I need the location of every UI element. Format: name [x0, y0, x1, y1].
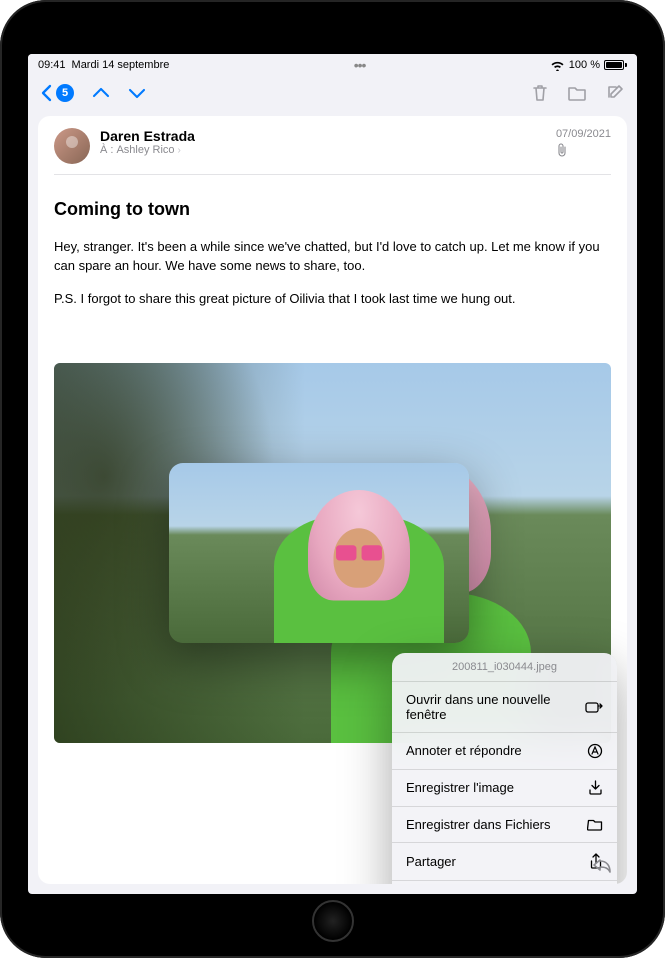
mail-paragraph: P.S. I forgot to share this great pictur…	[54, 290, 611, 309]
next-message-button[interactable]	[128, 87, 146, 99]
save-image-icon	[588, 780, 603, 796]
attachment-area: 200811_i030444.jpeg Ouvrir dans une nouv…	[54, 363, 611, 868]
attachment-icon	[556, 143, 611, 157]
mail-header: Daren Estrada À : Ashley Rico › 07/09/20…	[54, 128, 611, 175]
back-button[interactable]	[40, 84, 52, 102]
attachment-preview-popup[interactable]	[169, 463, 469, 643]
battery-icon	[604, 60, 627, 70]
mail-subject: Coming to town	[54, 199, 611, 220]
status-time: 09:41	[38, 59, 66, 71]
home-button[interactable]	[312, 900, 354, 942]
context-menu-filename: 200811_i030444.jpeg	[392, 653, 617, 682]
status-bar: 09:41 Mardi 14 septembre ••• 100 %	[28, 54, 637, 76]
unread-badge: 5	[56, 84, 74, 102]
menu-share[interactable]: Partager	[392, 843, 617, 881]
mail-toolbar: 5	[28, 76, 637, 110]
status-date: Mardi 14 septembre	[72, 59, 170, 71]
folder-icon	[587, 818, 603, 831]
previous-message-button[interactable]	[92, 87, 110, 99]
sender-name[interactable]: Daren Estrada	[100, 128, 546, 144]
mail-message-card: Daren Estrada À : Ashley Rico › 07/09/20…	[38, 116, 627, 884]
menu-copy[interactable]: Copier	[392, 881, 617, 884]
recipient-name: Ashley Rico	[116, 144, 174, 156]
battery-percent: 100 %	[569, 59, 600, 71]
menu-label: Enregistrer l'image	[406, 780, 514, 795]
move-folder-button[interactable]	[567, 85, 587, 101]
trash-button[interactable]	[531, 83, 549, 103]
wifi-icon	[550, 60, 565, 71]
ipad-device-frame: 09:41 Mardi 14 septembre ••• 100 %	[0, 0, 665, 958]
sender-avatar[interactable]	[54, 128, 90, 164]
menu-label: Enregistrer dans Fichiers	[406, 817, 551, 832]
to-label: À :	[100, 144, 113, 156]
mail-paragraph: Hey, stranger. It's been a while since w…	[54, 238, 611, 276]
screen: 09:41 Mardi 14 septembre ••• 100 %	[28, 54, 637, 894]
menu-label: Ouvrir dans une nouvelle fenêtre	[406, 692, 585, 722]
menu-save-image[interactable]: Enregistrer l'image	[392, 770, 617, 807]
menu-annotate-reply[interactable]: Annoter et répondre	[392, 733, 617, 770]
multitask-indicator[interactable]: •••	[354, 57, 366, 73]
context-menu: 200811_i030444.jpeg Ouvrir dans une nouv…	[392, 653, 617, 884]
mail-date: 07/09/2021	[556, 128, 611, 140]
chevron-right-icon: ›	[178, 145, 181, 156]
compose-button[interactable]	[605, 83, 625, 103]
menu-save-to-files[interactable]: Enregistrer dans Fichiers	[392, 807, 617, 843]
markup-icon	[587, 743, 603, 759]
reply-button[interactable]	[591, 856, 613, 874]
recipient-line[interactable]: À : Ashley Rico ›	[100, 144, 546, 156]
open-window-icon	[585, 700, 603, 714]
menu-label: Partager	[406, 854, 456, 869]
mail-body: Hey, stranger. It's been a while since w…	[54, 238, 611, 323]
menu-open-new-window[interactable]: Ouvrir dans une nouvelle fenêtre	[392, 682, 617, 733]
menu-label: Annoter et répondre	[406, 743, 522, 758]
